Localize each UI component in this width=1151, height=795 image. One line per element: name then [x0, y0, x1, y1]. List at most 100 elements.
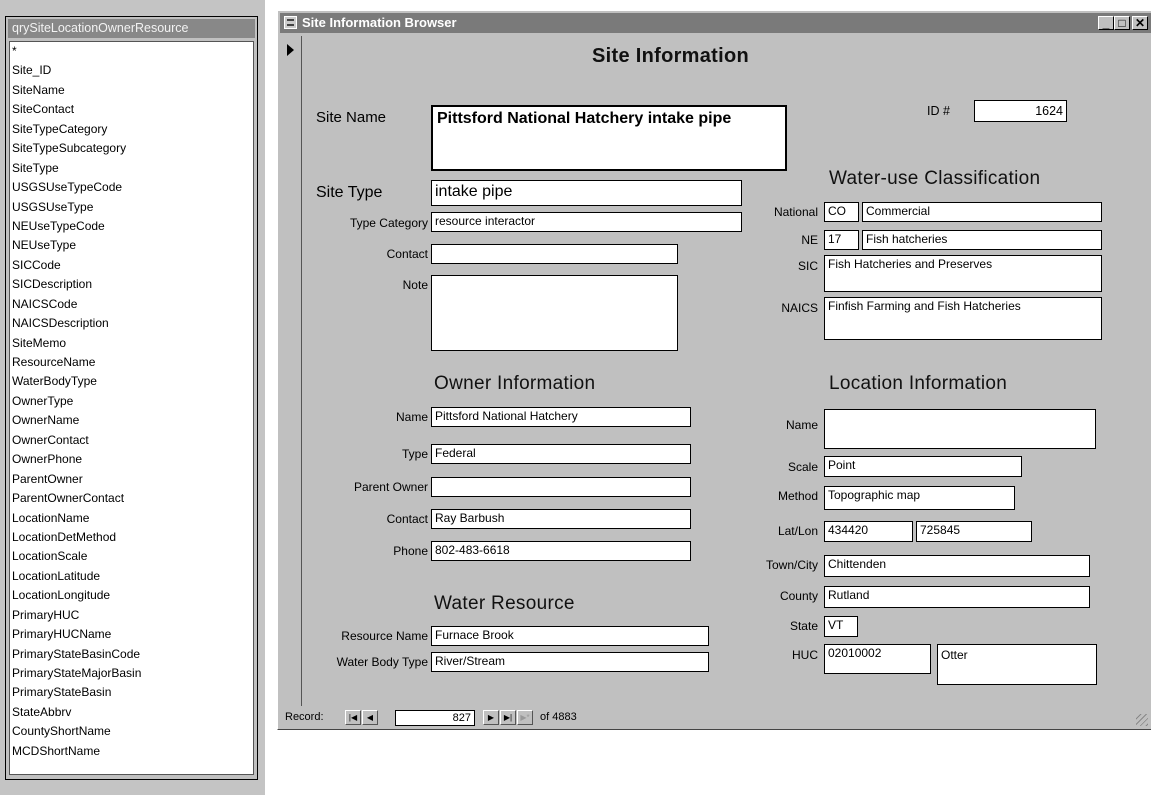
parent-owner-label: Parent Owner: [353, 480, 428, 494]
field-list-item[interactable]: NEUseType: [10, 236, 253, 255]
field-list-item[interactable]: Site_ID: [10, 61, 253, 80]
field-list-item[interactable]: SiteContact: [10, 100, 253, 119]
field-list-item[interactable]: LocationName: [10, 509, 253, 528]
field-list-item[interactable]: PrimaryHUC: [10, 606, 253, 625]
site-type-label: Site Type: [316, 184, 383, 201]
new-record-button[interactable]: ▶*: [517, 710, 533, 725]
national-use-field[interactable]: Commercial: [862, 202, 1102, 222]
id-label: ID #: [927, 104, 950, 118]
field-list-item[interactable]: SiteName: [10, 81, 253, 100]
site-information-window: Site Information Browser _ □ ✕ Site Info…: [277, 10, 1151, 730]
field-list-item[interactable]: LocationDetMethod: [10, 528, 253, 547]
field-list-item[interactable]: OwnerType: [10, 392, 253, 411]
record-count: of 4883: [540, 711, 577, 723]
national-code-field[interactable]: CO: [824, 202, 859, 222]
state-field[interactable]: VT: [824, 616, 858, 637]
field-list-item[interactable]: ResourceName: [10, 353, 253, 372]
field-list-title[interactable]: qrySiteLocationOwnerResource: [8, 19, 255, 38]
field-list-item[interactable]: StateAbbrv: [10, 703, 253, 722]
resource-name-field[interactable]: Furnace Brook: [431, 626, 709, 646]
note-field[interactable]: [431, 275, 678, 351]
method-field[interactable]: Topographic map: [824, 486, 1015, 510]
field-list-item[interactable]: SICCode: [10, 256, 253, 275]
field-list-item[interactable]: ParentOwner: [10, 470, 253, 489]
field-list-item[interactable]: SiteTypeSubcategory: [10, 139, 253, 158]
contact-label: Contact: [386, 247, 428, 261]
current-record-input[interactable]: 827: [395, 710, 475, 726]
field-list-item[interactable]: SiteMemo: [10, 334, 253, 353]
field-list-item[interactable]: SiteTypeCategory: [10, 120, 253, 139]
field-list-item[interactable]: LocationLongitude: [10, 586, 253, 605]
record-label: Record:: [285, 711, 324, 723]
resize-grip-icon[interactable]: [1136, 714, 1148, 726]
location-name-field[interactable]: [824, 409, 1096, 449]
field-list-item[interactable]: PrimaryStateBasinCode: [10, 645, 253, 664]
sic-field[interactable]: Fish Hatcheries and Preserves: [824, 255, 1102, 292]
ne-use-field[interactable]: Fish hatcheries: [862, 230, 1102, 250]
longitude-field[interactable]: 725845: [916, 521, 1032, 542]
scale-field[interactable]: Point: [824, 456, 1022, 477]
note-label: Note: [402, 278, 428, 292]
site-type-field[interactable]: intake pipe: [431, 180, 742, 206]
site-name-label: Site Name: [316, 109, 387, 126]
field-list-item[interactable]: OwnerContact: [10, 431, 253, 450]
huc-label: HUC: [792, 648, 818, 662]
first-record-button[interactable]: |◀: [345, 710, 361, 725]
naics-field[interactable]: Finfish Farming and Fish Hatcheries: [824, 297, 1102, 340]
ne-code-field[interactable]: 17: [824, 230, 859, 250]
title-bar[interactable]: Site Information Browser _ □ ✕: [280, 13, 1151, 33]
water-body-type-field[interactable]: River/Stream: [431, 652, 709, 672]
latitude-field[interactable]: 434420: [824, 521, 913, 542]
field-list-item[interactable]: ParentOwnerContact: [10, 489, 253, 508]
field-list-window: qrySiteLocationOwnerResource * Site_ID Sit…: [5, 16, 258, 780]
parent-owner-field[interactable]: [431, 477, 691, 497]
form-icon: [284, 16, 297, 29]
field-list-item[interactable]: PrimaryStateMajorBasin: [10, 664, 253, 683]
field-list-item[interactable]: OwnerName: [10, 411, 253, 430]
field-list-item[interactable]: *: [10, 42, 253, 61]
huc-name-field[interactable]: Otter: [937, 644, 1097, 685]
field-list-item[interactable]: WaterBodyType: [10, 372, 253, 391]
record-selector[interactable]: [281, 36, 302, 706]
field-list-item[interactable]: PrimaryHUCName: [10, 625, 253, 644]
huc-code-field[interactable]: 02010002: [824, 644, 931, 674]
field-list-item[interactable]: MCDShortName: [10, 742, 253, 761]
field-list-panel: qrySiteLocationOwnerResource * Site_ID Sit…: [0, 0, 265, 795]
location-heading: Location Information: [829, 373, 1008, 394]
field-list-item[interactable]: CountyShortName: [10, 722, 253, 741]
owner-type-field[interactable]: Federal: [431, 444, 691, 464]
field-list-item[interactable]: NAICSDescription: [10, 314, 253, 333]
previous-record-button[interactable]: ◀: [362, 710, 378, 725]
water-body-type-label: Water Body Type: [336, 655, 428, 669]
sic-label: SIC: [797, 259, 818, 273]
field-list-item[interactable]: NEUseTypeCode: [10, 217, 253, 236]
field-list-item[interactable]: SiteType: [10, 159, 253, 178]
owner-contact-label: Contact: [386, 512, 428, 526]
next-record-button[interactable]: ▶: [483, 710, 499, 725]
county-field[interactable]: Rutland: [824, 586, 1090, 608]
field-list-item[interactable]: OwnerPhone: [10, 450, 253, 469]
owner-phone-field[interactable]: 802-483-6618: [431, 541, 691, 561]
field-list[interactable]: * Site_ID SiteName SiteContact SiteTypeCateg…: [9, 41, 254, 775]
field-list-item[interactable]: LocationScale: [10, 547, 253, 566]
owner-name-field[interactable]: Pittsford National Hatchery: [431, 407, 691, 427]
minimize-button[interactable]: _: [1098, 16, 1114, 30]
type-category-field[interactable]: resource interactor: [431, 212, 742, 232]
field-list-item[interactable]: LocationLatitude: [10, 567, 253, 586]
maximize-button[interactable]: □: [1114, 16, 1130, 30]
field-list-item[interactable]: PrimaryStateBasin: [10, 683, 253, 702]
window-title: Site Information Browser: [302, 15, 457, 30]
id-field[interactable]: 1624: [974, 100, 1067, 122]
naics-label: NAICS: [781, 301, 818, 315]
close-button[interactable]: ✕: [1132, 16, 1148, 30]
owner-name-label: Name: [395, 410, 428, 424]
field-list-item[interactable]: USGSUseTypeCode: [10, 178, 253, 197]
field-list-item[interactable]: USGSUseType: [10, 198, 253, 217]
town-field[interactable]: Chittenden: [824, 555, 1090, 577]
site-name-field[interactable]: Pittsford National Hatchery intake pipe: [431, 105, 787, 171]
field-list-item[interactable]: NAICSCode: [10, 295, 253, 314]
owner-contact-field[interactable]: Ray Barbush: [431, 509, 691, 529]
last-record-button[interactable]: ▶|: [500, 710, 516, 725]
contact-field[interactable]: [431, 244, 678, 264]
field-list-item[interactable]: SICDescription: [10, 275, 253, 294]
